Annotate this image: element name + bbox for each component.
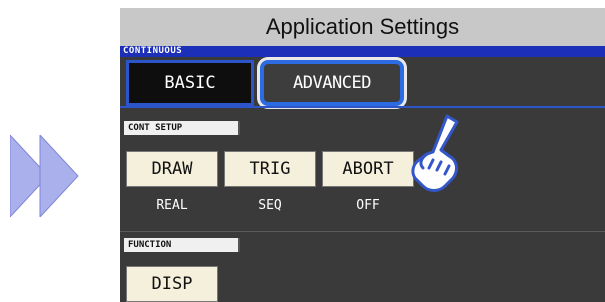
double-chevron-right-icon xyxy=(9,133,90,222)
section-header-cont-setup: CONT SETUP xyxy=(124,121,240,135)
section-divider xyxy=(120,231,605,232)
tab-underline xyxy=(120,106,605,108)
window-title: Application Settings xyxy=(120,8,605,46)
tab-advanced[interactable]: ADVANCED xyxy=(260,60,404,106)
draw-value: REAL xyxy=(156,198,188,213)
section-header-function: FUNCTION xyxy=(124,238,240,252)
disp-button[interactable]: DISP xyxy=(126,266,218,302)
mode-label: CONTINUOUS xyxy=(120,46,605,57)
trig-value: SEQ xyxy=(258,198,282,213)
draw-button[interactable]: DRAW xyxy=(126,151,218,187)
device-screen: Application Settings CONTINUOUS BASIC AD… xyxy=(120,8,605,302)
tab-basic[interactable]: BASIC xyxy=(126,60,254,106)
abort-button[interactable]: ABORT xyxy=(322,151,414,187)
trig-button[interactable]: TRIG xyxy=(224,151,316,187)
pointing-hand-icon xyxy=(411,112,471,199)
abort-value: OFF xyxy=(356,198,380,213)
